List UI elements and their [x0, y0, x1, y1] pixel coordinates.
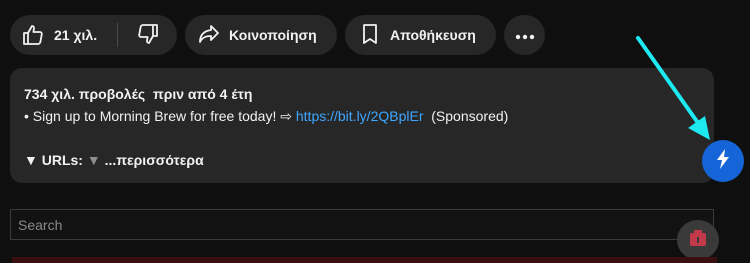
lightning-icon	[715, 148, 731, 174]
content-strip	[12, 257, 717, 263]
extension-button[interactable]	[677, 220, 719, 260]
quick-action-button[interactable]	[702, 140, 744, 182]
extension-icon	[688, 229, 708, 252]
search-input[interactable]	[10, 209, 714, 240]
